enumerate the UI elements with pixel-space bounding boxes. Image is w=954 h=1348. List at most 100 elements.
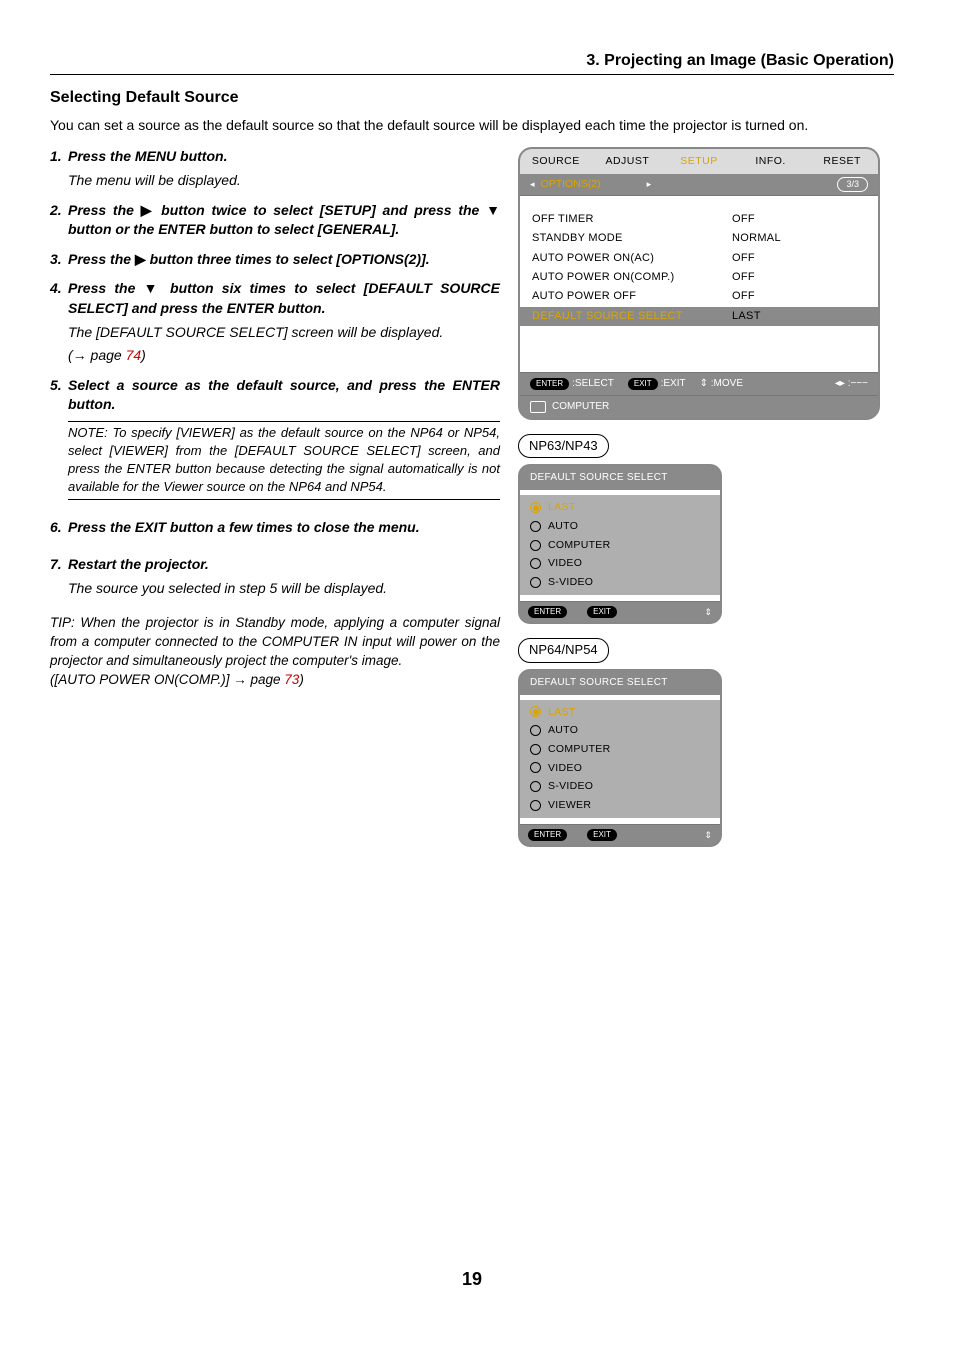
step-2: 2.Press the ▶ button twice to select [SE… (50, 201, 500, 240)
osd-setup-menu: SOURCE ADJUST SETUP INFO. RESET ◂ OPTIONS… (518, 147, 880, 420)
step-text: Press the EXIT button a few times to clo… (68, 518, 500, 538)
radio-icon (530, 781, 541, 792)
step-6: 6.Press the EXIT button a few times to c… (50, 518, 500, 538)
exit-icon: EXIT (628, 378, 658, 390)
updown-icon: ⇕ (704, 606, 712, 619)
osd-hint-bar: ENTER:SELECT EXIT:EXIT ⇕ :MOVE ◂▸ :−−− (520, 372, 878, 395)
osd-row-apon-comp[interactable]: AUTO POWER ON(COMP.)OFF (520, 268, 878, 287)
osd-tabs: SOURCE ADJUST SETUP INFO. RESET (520, 149, 878, 174)
source-label: COMPUTER (552, 400, 609, 414)
page-badge: 3/3 (837, 177, 868, 192)
page-number: 19 (50, 1267, 894, 1292)
osd-source-bar: COMPUTER (520, 395, 878, 418)
submenu-item-svideo[interactable]: S-VIDEO (520, 777, 720, 796)
left-arrow-icon: ◂ (530, 178, 535, 191)
radio-icon (530, 558, 541, 569)
radio-icon (530, 577, 541, 588)
step-list: 1.Press the MENU button. The menu will b… (50, 147, 500, 598)
enter-icon: ENTER (530, 378, 569, 390)
submenu-item-viewer[interactable]: VIEWER (520, 796, 720, 815)
submenu-item-video[interactable]: VIDEO (520, 554, 720, 573)
breadcrumb: 3. Projecting an Image (Basic Operation) (50, 50, 894, 75)
radio-icon (530, 800, 541, 811)
tip-block: TIP: When the projector is in Standby mo… (50, 614, 500, 671)
radio-icon (530, 706, 541, 717)
page-link-74[interactable]: 74 (126, 347, 142, 363)
radio-icon (530, 521, 541, 532)
submenu-hint: ENTER EXIT ⇕ (520, 601, 720, 623)
step-num: 1. (50, 147, 68, 167)
tab-setup[interactable]: SETUP (663, 149, 735, 174)
note-box: NOTE: To specify [VIEWER] as the default… (68, 421, 500, 500)
exit-icon: EXIT (587, 606, 617, 618)
step-sub: The menu will be displayed. (68, 171, 500, 191)
step-num: 2. (50, 201, 68, 240)
step-4: 4.Press the ▼ button six times to select… (50, 279, 500, 365)
section-heading: Selecting Default Source (50, 87, 894, 109)
tab-reset[interactable]: RESET (806, 149, 878, 174)
right-arrow-icon: ▶ (135, 251, 146, 267)
enter-icon: ENTER (528, 606, 567, 618)
radio-icon (530, 744, 541, 755)
submenu-default-source-np63: DEFAULT SOURCE SELECT LAST AUTO COMPUTER… (518, 464, 722, 624)
submenu-item-last[interactable]: LAST (520, 703, 720, 722)
step-sub: The source you selected in step 5 will b… (68, 579, 500, 599)
page-ref: (→ page 74) (68, 346, 500, 366)
submenu-item-computer[interactable]: COMPUTER (520, 740, 720, 759)
tab-adjust[interactable]: ADJUST (592, 149, 664, 174)
submenu-item-last[interactable]: LAST (520, 498, 720, 517)
updown-icon: ⇕ (704, 829, 712, 842)
enter-icon: ENTER (528, 829, 567, 841)
submenu-item-auto[interactable]: AUTO (520, 517, 720, 536)
submenu-item-auto[interactable]: AUTO (520, 721, 720, 740)
step-num: 7. (50, 555, 68, 575)
tip-line: ([AUTO POWER ON(COMP.)] → page 73) (50, 671, 500, 690)
model-label-np63: NP63/NP43 (518, 434, 609, 458)
step-5: 5.Select a source as the default source,… (50, 376, 500, 500)
submenu-item-computer[interactable]: COMPUTER (520, 536, 720, 555)
step-3: 3.Press the ▶ button three times to sele… (50, 250, 500, 270)
radio-icon (530, 502, 541, 513)
step-text: Press the ▶ button twice to select [SETU… (68, 201, 500, 240)
step-7: 7.Restart the projector. The source you … (50, 555, 500, 598)
page-link-73[interactable]: 73 (284, 672, 299, 687)
step-num: 4. (50, 279, 68, 318)
step-num: 3. (50, 250, 68, 270)
down-arrow-icon: ▼ (486, 202, 500, 218)
intro-text: You can set a source as the default sour… (50, 116, 894, 136)
step-text: Press the MENU button. (68, 147, 500, 167)
exit-icon: EXIT (587, 829, 617, 841)
step-num: 6. (50, 518, 68, 538)
updown-icon: ⇕ (700, 378, 708, 389)
submenu-default-source-np64: DEFAULT SOURCE SELECT LAST AUTO COMPUTER… (518, 669, 722, 848)
step-sub: The [DEFAULT SOURCE SELECT] screen will … (68, 323, 500, 343)
tab-info[interactable]: INFO. (735, 149, 807, 174)
tab-source[interactable]: SOURCE (520, 149, 592, 174)
subtab-label: OPTIONS(2) (541, 177, 601, 192)
radio-icon (530, 540, 541, 551)
step-text: Press the ▶ button three times to select… (68, 250, 500, 270)
osd-row-offtimer[interactable]: OFF TIMEROFF (520, 210, 878, 229)
submenu-item-svideo[interactable]: S-VIDEO (520, 573, 720, 592)
submenu-title: DEFAULT SOURCE SELECT (520, 671, 720, 695)
step-text: Select a source as the default source, a… (68, 376, 500, 415)
source-icon (530, 401, 546, 413)
step-text: Restart the projector. (68, 555, 500, 575)
osd-row-apoff[interactable]: AUTO POWER OFFOFF (520, 287, 878, 306)
submenu-hint: ENTER EXIT ⇕ (520, 824, 720, 846)
radio-icon (530, 725, 541, 736)
osd-row-default-source[interactable]: DEFAULT SOURCE SELECTLAST (520, 307, 878, 326)
osd-row-apon-ac[interactable]: AUTO POWER ON(AC)OFF (520, 249, 878, 268)
submenu-item-video[interactable]: VIDEO (520, 759, 720, 778)
model-label-np64: NP64/NP54 (518, 638, 609, 662)
osd-body: OFF TIMEROFF STANDBY MODENORMAL AUTO POW… (520, 200, 878, 372)
right-arrow-icon: ▸ (647, 178, 652, 191)
submenu-title: DEFAULT SOURCE SELECT (520, 466, 720, 490)
step-1: 1.Press the MENU button. The menu will b… (50, 147, 500, 190)
step-text: Press the ▼ button six times to select [… (68, 279, 500, 318)
osd-subtab: ◂ OPTIONS(2) ▸ 3/3 (520, 174, 878, 196)
lr-dashes: ◂▸ :−−− (835, 377, 868, 391)
osd-row-standby[interactable]: STANDBY MODENORMAL (520, 229, 878, 248)
step-num: 5. (50, 376, 68, 415)
down-arrow-icon: ▼ (144, 280, 162, 296)
